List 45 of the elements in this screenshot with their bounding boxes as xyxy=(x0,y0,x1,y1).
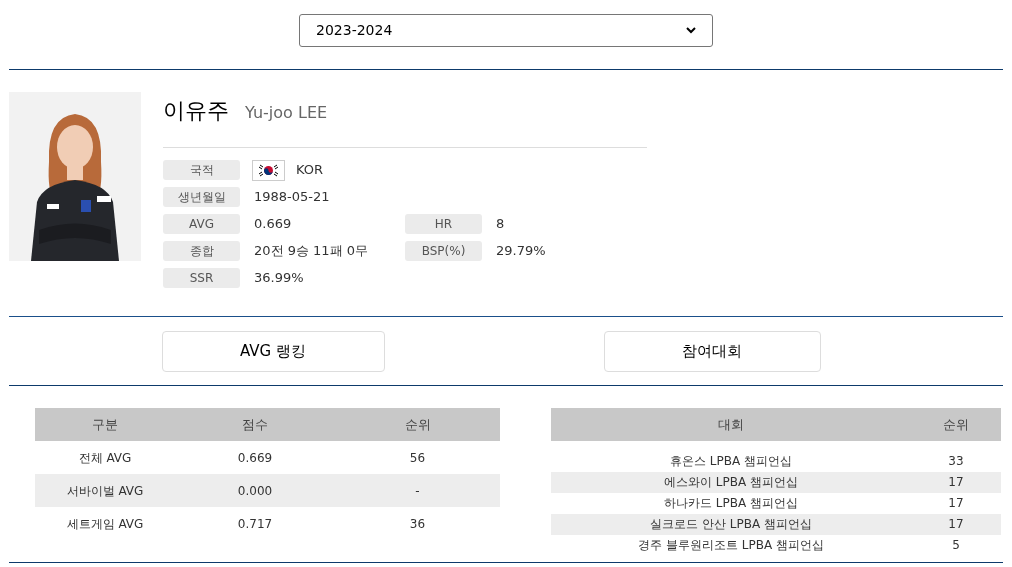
table-cell-text: 0.669 xyxy=(236,449,274,467)
stat-value: 29.79% xyxy=(496,242,546,261)
table-cell-text: 경주 블루원리조트 LPBA 챔피언십 xyxy=(637,537,825,554)
table-cell-text: 전체 AVG xyxy=(77,449,133,467)
stat-value: 20전 9승 11패 0무 xyxy=(254,242,369,261)
stat-label: 생년월일 xyxy=(163,187,240,207)
column-header: 순위 xyxy=(403,415,432,434)
tournaments-button[interactable]: 참여대회 xyxy=(603,330,821,372)
stat-label: 국적 xyxy=(163,160,240,180)
table-cell-text: 휴온스 LPBA 챔피언십 xyxy=(669,453,793,470)
avg-ranking-button[interactable]: AVG 랭킹 xyxy=(161,330,385,372)
player-name-english: Yu-joo LEE xyxy=(245,102,328,124)
stat-label: BSP(%) xyxy=(405,241,482,261)
stat-value: 1988-05-21 xyxy=(254,188,330,207)
column-header: 구분 xyxy=(91,415,119,434)
table-cell-text: 5 xyxy=(951,537,961,554)
table-cell-text: 36 xyxy=(408,515,427,533)
table-cell-text: 0.000 xyxy=(236,482,274,500)
table-cell-text: 56 xyxy=(408,449,427,467)
stat-value: 0.669 xyxy=(254,215,292,234)
table-cell-text: 33 xyxy=(947,453,965,470)
flag-icon xyxy=(252,159,285,181)
table-cell-text: 에스와이 LPBA 챔피언십 xyxy=(663,474,799,491)
table-cell-text: 0.717 xyxy=(236,515,274,533)
stat-value: KOR xyxy=(296,161,324,180)
table-cell-text: 세트게임 AVG xyxy=(65,515,145,533)
stat-label: 종합 xyxy=(163,241,240,261)
table-cell-text: 하나카드 LPBA 챔피언십 xyxy=(663,495,799,512)
stat-label: AVG xyxy=(163,214,240,234)
column-header: 대회 xyxy=(717,415,745,434)
table-cell-text: - xyxy=(414,482,421,500)
column-header: 순위 xyxy=(942,415,970,434)
column-header: 점수 xyxy=(241,415,269,434)
stat-label: HR xyxy=(405,214,482,234)
season-select[interactable]: 2023-2024 xyxy=(299,14,713,47)
stat-value: 36.99% xyxy=(254,269,304,288)
stat-label: SSR xyxy=(163,268,240,288)
table-cell-text: 실크로드 안산 LPBA 챔피언십 xyxy=(649,516,813,533)
stat-value: 8 xyxy=(496,215,505,234)
player-name: 이유주 xyxy=(163,97,229,125)
table-cell-text: 17 xyxy=(947,495,965,512)
table-cell-text: 17 xyxy=(947,474,965,491)
chevron-down-icon xyxy=(686,27,696,34)
table-cell-text: 17 xyxy=(947,516,965,533)
table-cell-text: 서바이벌 AVG xyxy=(65,482,145,500)
